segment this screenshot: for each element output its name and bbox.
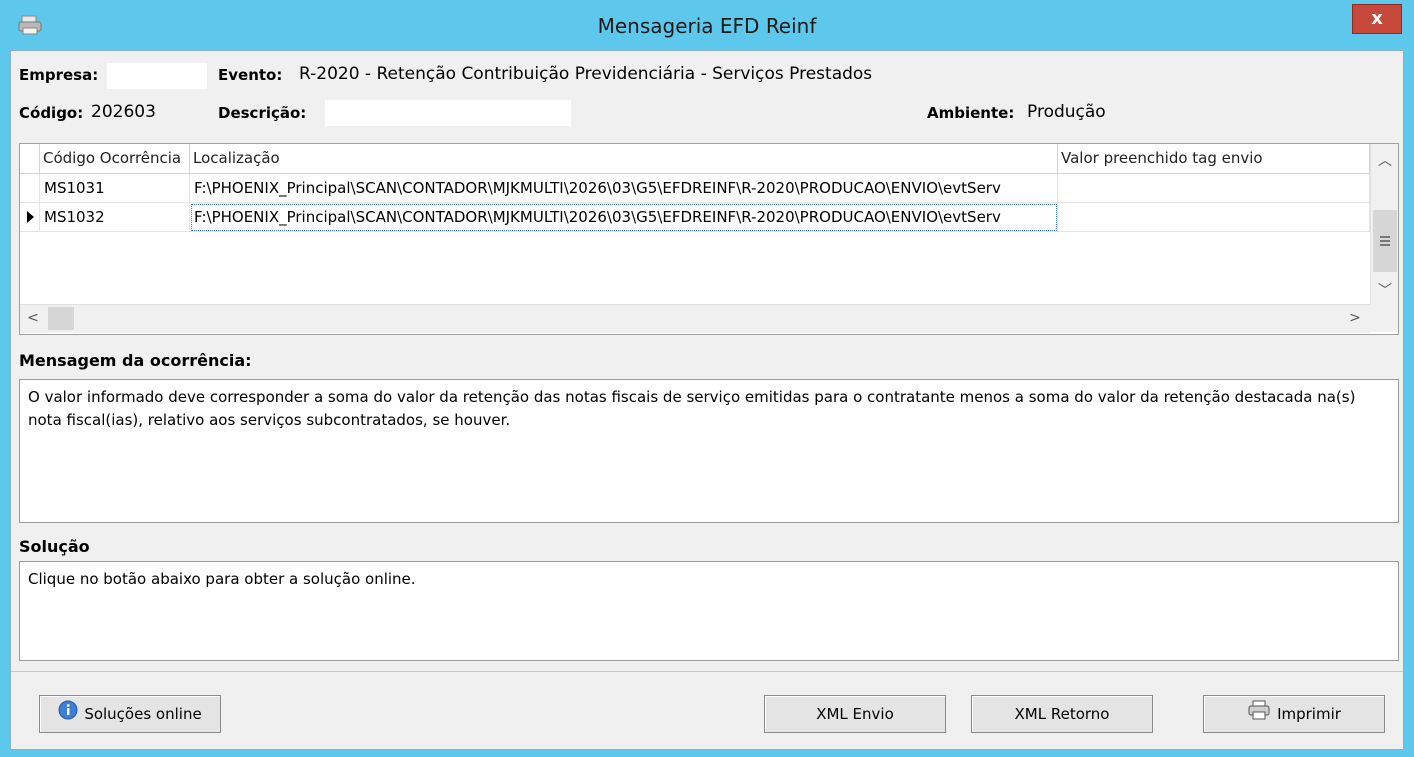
printer-icon [1247, 697, 1271, 733]
client-area: Empresa: Evento: R-2020 - Retenção Contr… [10, 50, 1404, 750]
vertical-scrollbar[interactable]: ︿ ﹀ [1370, 144, 1398, 304]
solucoes-online-label: Soluções online [84, 705, 202, 723]
footer-divider [11, 671, 1403, 672]
evento-label: Evento: [218, 66, 283, 84]
column-header-codigo[interactable]: Código Ocorrência [40, 144, 190, 174]
xml-retorno-button[interactable]: XML Retorno [971, 695, 1153, 733]
codigo-value: 202603 [91, 102, 156, 122]
horizontal-scroll-thumb[interactable] [48, 307, 74, 330]
table-row-codigo[interactable]: MS1032 [40, 203, 190, 232]
title-bar[interactable]: Mensageria EFD Reinf x [0, 0, 1414, 50]
descricao-value [325, 100, 571, 126]
mensagem-label: Mensagem da ocorrência: [19, 351, 252, 370]
row-indicator[interactable] [20, 174, 40, 203]
scroll-up-icon[interactable]: ︿ [1371, 150, 1398, 170]
close-button[interactable]: x [1352, 4, 1402, 34]
window: Mensageria EFD Reinf x Empresa: Evento: … [0, 0, 1414, 757]
ambiente-label: Ambiente: [927, 104, 1015, 122]
solucoes-online-button[interactable]: Soluções online [39, 695, 221, 733]
table-row-codigo[interactable]: MS1031 [40, 174, 190, 203]
row-indicator-selected[interactable] [20, 203, 40, 232]
vertical-scroll-thumb[interactable] [1373, 210, 1397, 272]
xml-envio-button[interactable]: XML Envio [764, 695, 946, 733]
info-icon [58, 697, 78, 733]
row-pointer-icon [26, 211, 34, 223]
empresa-value [107, 63, 207, 89]
table-row-localizacao[interactable]: F:\PHOENIX_Principal\SCAN\CONTADOR\MJKMU… [190, 174, 1058, 203]
mensagem-textarea[interactable]: O valor informado deve corresponder a so… [19, 379, 1399, 523]
scroll-down-icon[interactable]: ﹀ [1371, 280, 1398, 300]
imprimir-button[interactable]: Imprimir [1203, 695, 1385, 733]
table-row-valor[interactable] [1058, 174, 1370, 203]
empresa-label: Empresa: [19, 66, 99, 84]
table-row-valor[interactable] [1058, 203, 1370, 232]
table-row-localizacao-selected[interactable]: F:\PHOENIX_Principal\SCAN\CONTADOR\MJKMU… [190, 203, 1058, 232]
solucao-label: Solução [19, 537, 90, 556]
imprimir-label: Imprimir [1277, 705, 1341, 723]
ambiente-value: Produção [1027, 102, 1106, 122]
column-header-localizacao[interactable]: Localização [190, 144, 1058, 174]
solucao-textarea[interactable]: Clique no botão abaixo para obter a solu… [19, 561, 1399, 661]
scroll-left-icon[interactable]: < [24, 310, 42, 326]
scroll-right-icon[interactable]: > [1346, 310, 1364, 326]
scrollbar-corner [1370, 304, 1398, 332]
row-indicator-header [20, 144, 40, 174]
column-header-valor[interactable]: Valor preenchido tag envio [1058, 144, 1370, 174]
codigo-label: Código: [19, 104, 84, 122]
xml-envio-label: XML Envio [816, 705, 894, 723]
window-title: Mensageria EFD Reinf [597, 14, 817, 38]
occurrences-grid[interactable]: Código Ocorrência Localização Valor pree… [19, 143, 1399, 335]
descricao-label: Descrição: [218, 104, 307, 122]
horizontal-scrollbar[interactable]: < > [20, 304, 1370, 333]
xml-retorno-label: XML Retorno [1014, 705, 1110, 723]
evento-value: R-2020 - Retenção Contribuição Previdenc… [299, 64, 873, 84]
